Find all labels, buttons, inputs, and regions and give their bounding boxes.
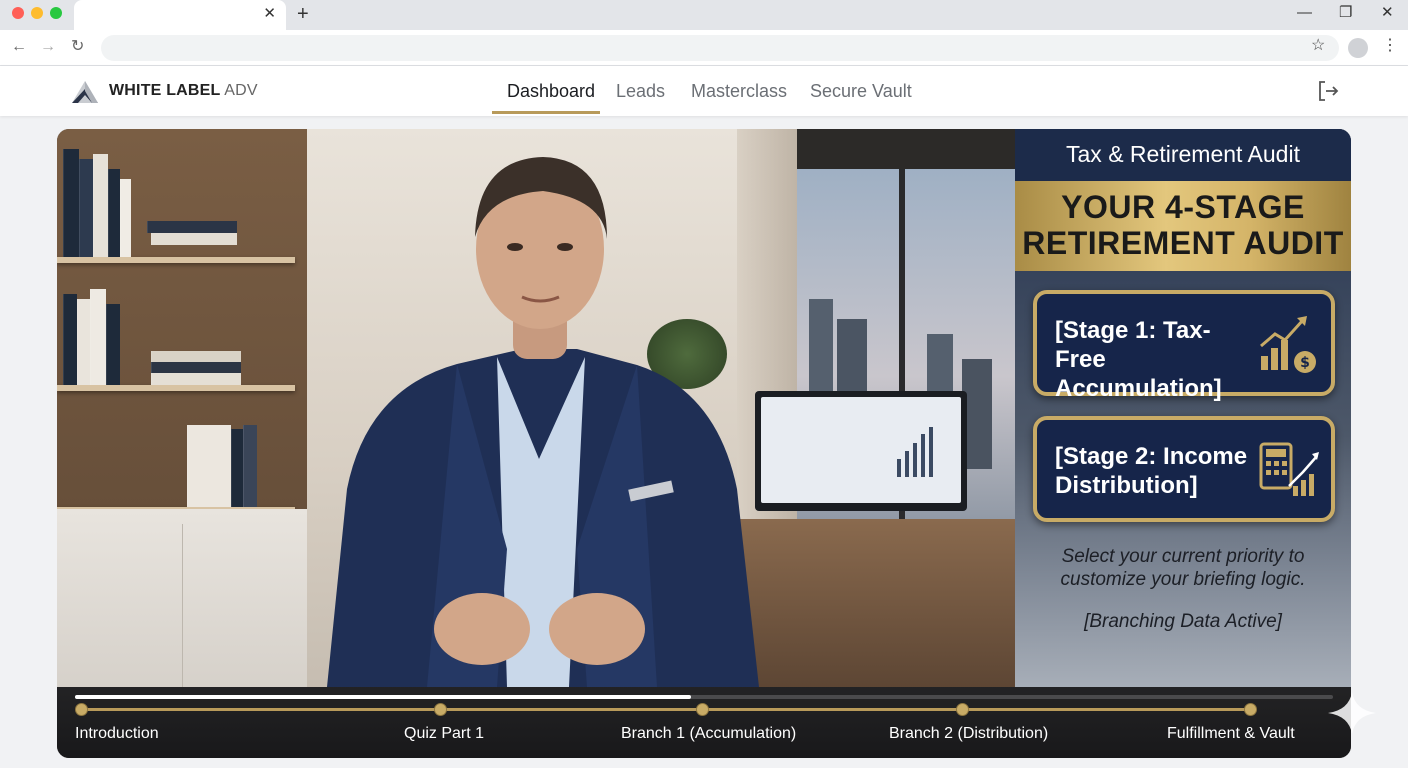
branching-status: [Branching Data Active] <box>1084 611 1282 632</box>
book <box>231 429 243 507</box>
instruction-line1: Select your current priority to <box>1061 546 1305 567</box>
app-header: WHITE LABEL ADV Dashboard Leads Mastercl… <box>0 66 1408 116</box>
book <box>106 304 120 385</box>
reload-icon[interactable]: ↻ <box>71 37 84 57</box>
browser-menu-icon[interactable]: ⋮ <box>1382 36 1398 56</box>
book <box>147 221 237 233</box>
address-bar[interactable] <box>101 35 1339 61</box>
minimize-icon[interactable]: — <box>1297 4 1312 22</box>
book <box>151 373 241 385</box>
desk <box>737 519 1015 687</box>
tab-leads[interactable]: Leads <box>616 79 665 103</box>
chapter-marker-branch-2[interactable] <box>956 703 969 716</box>
tab-masterclass[interactable]: Masterclass <box>691 79 787 103</box>
video-player[interactable]: Tax & Retirement Audit YOUR 4-STAGE RETI… <box>57 129 1351 758</box>
calculator-chart-icon <box>1259 442 1319 496</box>
tab-dashboard[interactable]: Dashboard <box>507 79 595 103</box>
chapter-controls: Introduction Quiz Part 1 Branch 1 (Accum… <box>57 687 1351 758</box>
stage-2-label-line1: [Stage 2: Income <box>1055 443 1248 470</box>
screen-bar <box>929 427 933 477</box>
profile-avatar[interactable] <box>1348 38 1368 58</box>
chapter-marker-fulfillment[interactable] <box>1244 703 1257 716</box>
book <box>79 159 93 257</box>
forward-arrow-icon[interactable]: → <box>40 37 56 57</box>
chapter-timeline <box>81 708 1250 711</box>
instruction-line2: customize your briefing logic. <box>1060 569 1306 590</box>
brand-logo-icon <box>72 81 98 103</box>
chapter-quiz-part-1[interactable]: Quiz Part 1 <box>404 724 484 744</box>
chapter-marker-quiz-part-1[interactable] <box>434 703 447 716</box>
audit-panel: Tax & Retirement Audit YOUR 4-STAGE RETI… <box>1015 129 1351 687</box>
cabinet-seam <box>182 524 183 687</box>
panel-heading: Tax & Retirement Audit <box>1066 141 1300 167</box>
brand-name: WHITE LABEL ADV <box>109 81 258 101</box>
active-tab-indicator <box>492 111 600 114</box>
stage-1-label-line1: [Stage 1: Tax-Free <box>1055 317 1211 373</box>
browser-tab-bar: ✕ + — ❐ ✕ <box>0 0 1408 30</box>
shelf <box>57 385 295 391</box>
new-tab-icon[interactable]: + <box>297 3 309 25</box>
book <box>187 425 231 507</box>
sparkle-icon <box>1328 692 1376 734</box>
book <box>63 149 79 257</box>
progress-fill[interactable] <box>75 695 691 699</box>
stage-1-button[interactable]: [Stage 1: Tax-Free Accumulation] $ <box>1033 290 1335 402</box>
chapter-fulfillment-vault[interactable]: Fulfillment & Vault <box>1167 724 1295 744</box>
video-frame[interactable] <box>57 129 1015 687</box>
book <box>77 299 90 385</box>
book <box>90 289 106 385</box>
stage-2-label: [Stage 2: Income Distribution] <box>1055 442 1260 500</box>
chapter-marker-branch-1[interactable] <box>696 703 709 716</box>
screen-bar <box>913 443 917 477</box>
svg-text:$: $ <box>1300 355 1310 371</box>
chapter-branch-2[interactable]: Branch 2 (Distribution) <box>889 724 1048 744</box>
screen-bar <box>921 434 925 477</box>
tab-secure-vault[interactable]: Secure Vault <box>810 79 912 103</box>
bookmark-star-icon[interactable]: ☆ <box>1311 36 1325 56</box>
book <box>63 294 77 385</box>
book <box>93 154 108 257</box>
shelf <box>57 257 295 263</box>
brand-name-light: ADV <box>224 82 258 99</box>
book <box>120 179 131 257</box>
address-input[interactable] <box>101 35 1339 61</box>
banner-title-line2: RETIREMENT AUDIT <box>1022 225 1344 261</box>
screen-bar <box>897 459 901 477</box>
back-arrow-icon[interactable]: ← <box>11 37 27 57</box>
book <box>151 351 241 362</box>
chapter-branch-1[interactable]: Branch 1 (Accumulation) <box>621 724 796 744</box>
logout-icon[interactable] <box>1316 79 1340 103</box>
book <box>151 362 241 373</box>
browser-toolbar: ← → ↻ ☆ ⋮ <box>0 30 1408 66</box>
chapter-introduction[interactable]: Introduction <box>75 724 159 744</box>
presenter <box>327 157 759 687</box>
banner-title-line1: YOUR 4-STAGE <box>1061 189 1305 225</box>
browser-tab[interactable]: ✕ <box>74 0 286 30</box>
close-window-icon[interactable]: ✕ <box>1381 4 1394 22</box>
stage-1-label: [Stage 1: Tax-Free Accumulation] <box>1055 316 1260 403</box>
screen-bar <box>905 451 909 477</box>
maximize-icon[interactable]: ❐ <box>1339 4 1352 22</box>
brand-name-bold: WHITE LABEL <box>109 82 221 99</box>
book <box>151 233 237 245</box>
chapter-marker-introduction[interactable] <box>75 703 88 716</box>
stage-2-button[interactable]: [Stage 2: Income Distribution] <box>1033 416 1335 522</box>
book <box>108 169 120 257</box>
stage-1-label-line2: Accumulation] <box>1055 375 1222 402</box>
window-zoom-dot[interactable] <box>50 7 62 19</box>
growth-chart-dollar-icon: $ <box>1260 316 1316 373</box>
window-close-dot[interactable] <box>12 7 24 19</box>
stage-2-label-line2: Distribution] <box>1055 472 1198 499</box>
window-minimize-dot[interactable] <box>31 7 43 19</box>
book <box>243 425 257 507</box>
tab-close-icon[interactable]: ✕ <box>263 5 276 23</box>
